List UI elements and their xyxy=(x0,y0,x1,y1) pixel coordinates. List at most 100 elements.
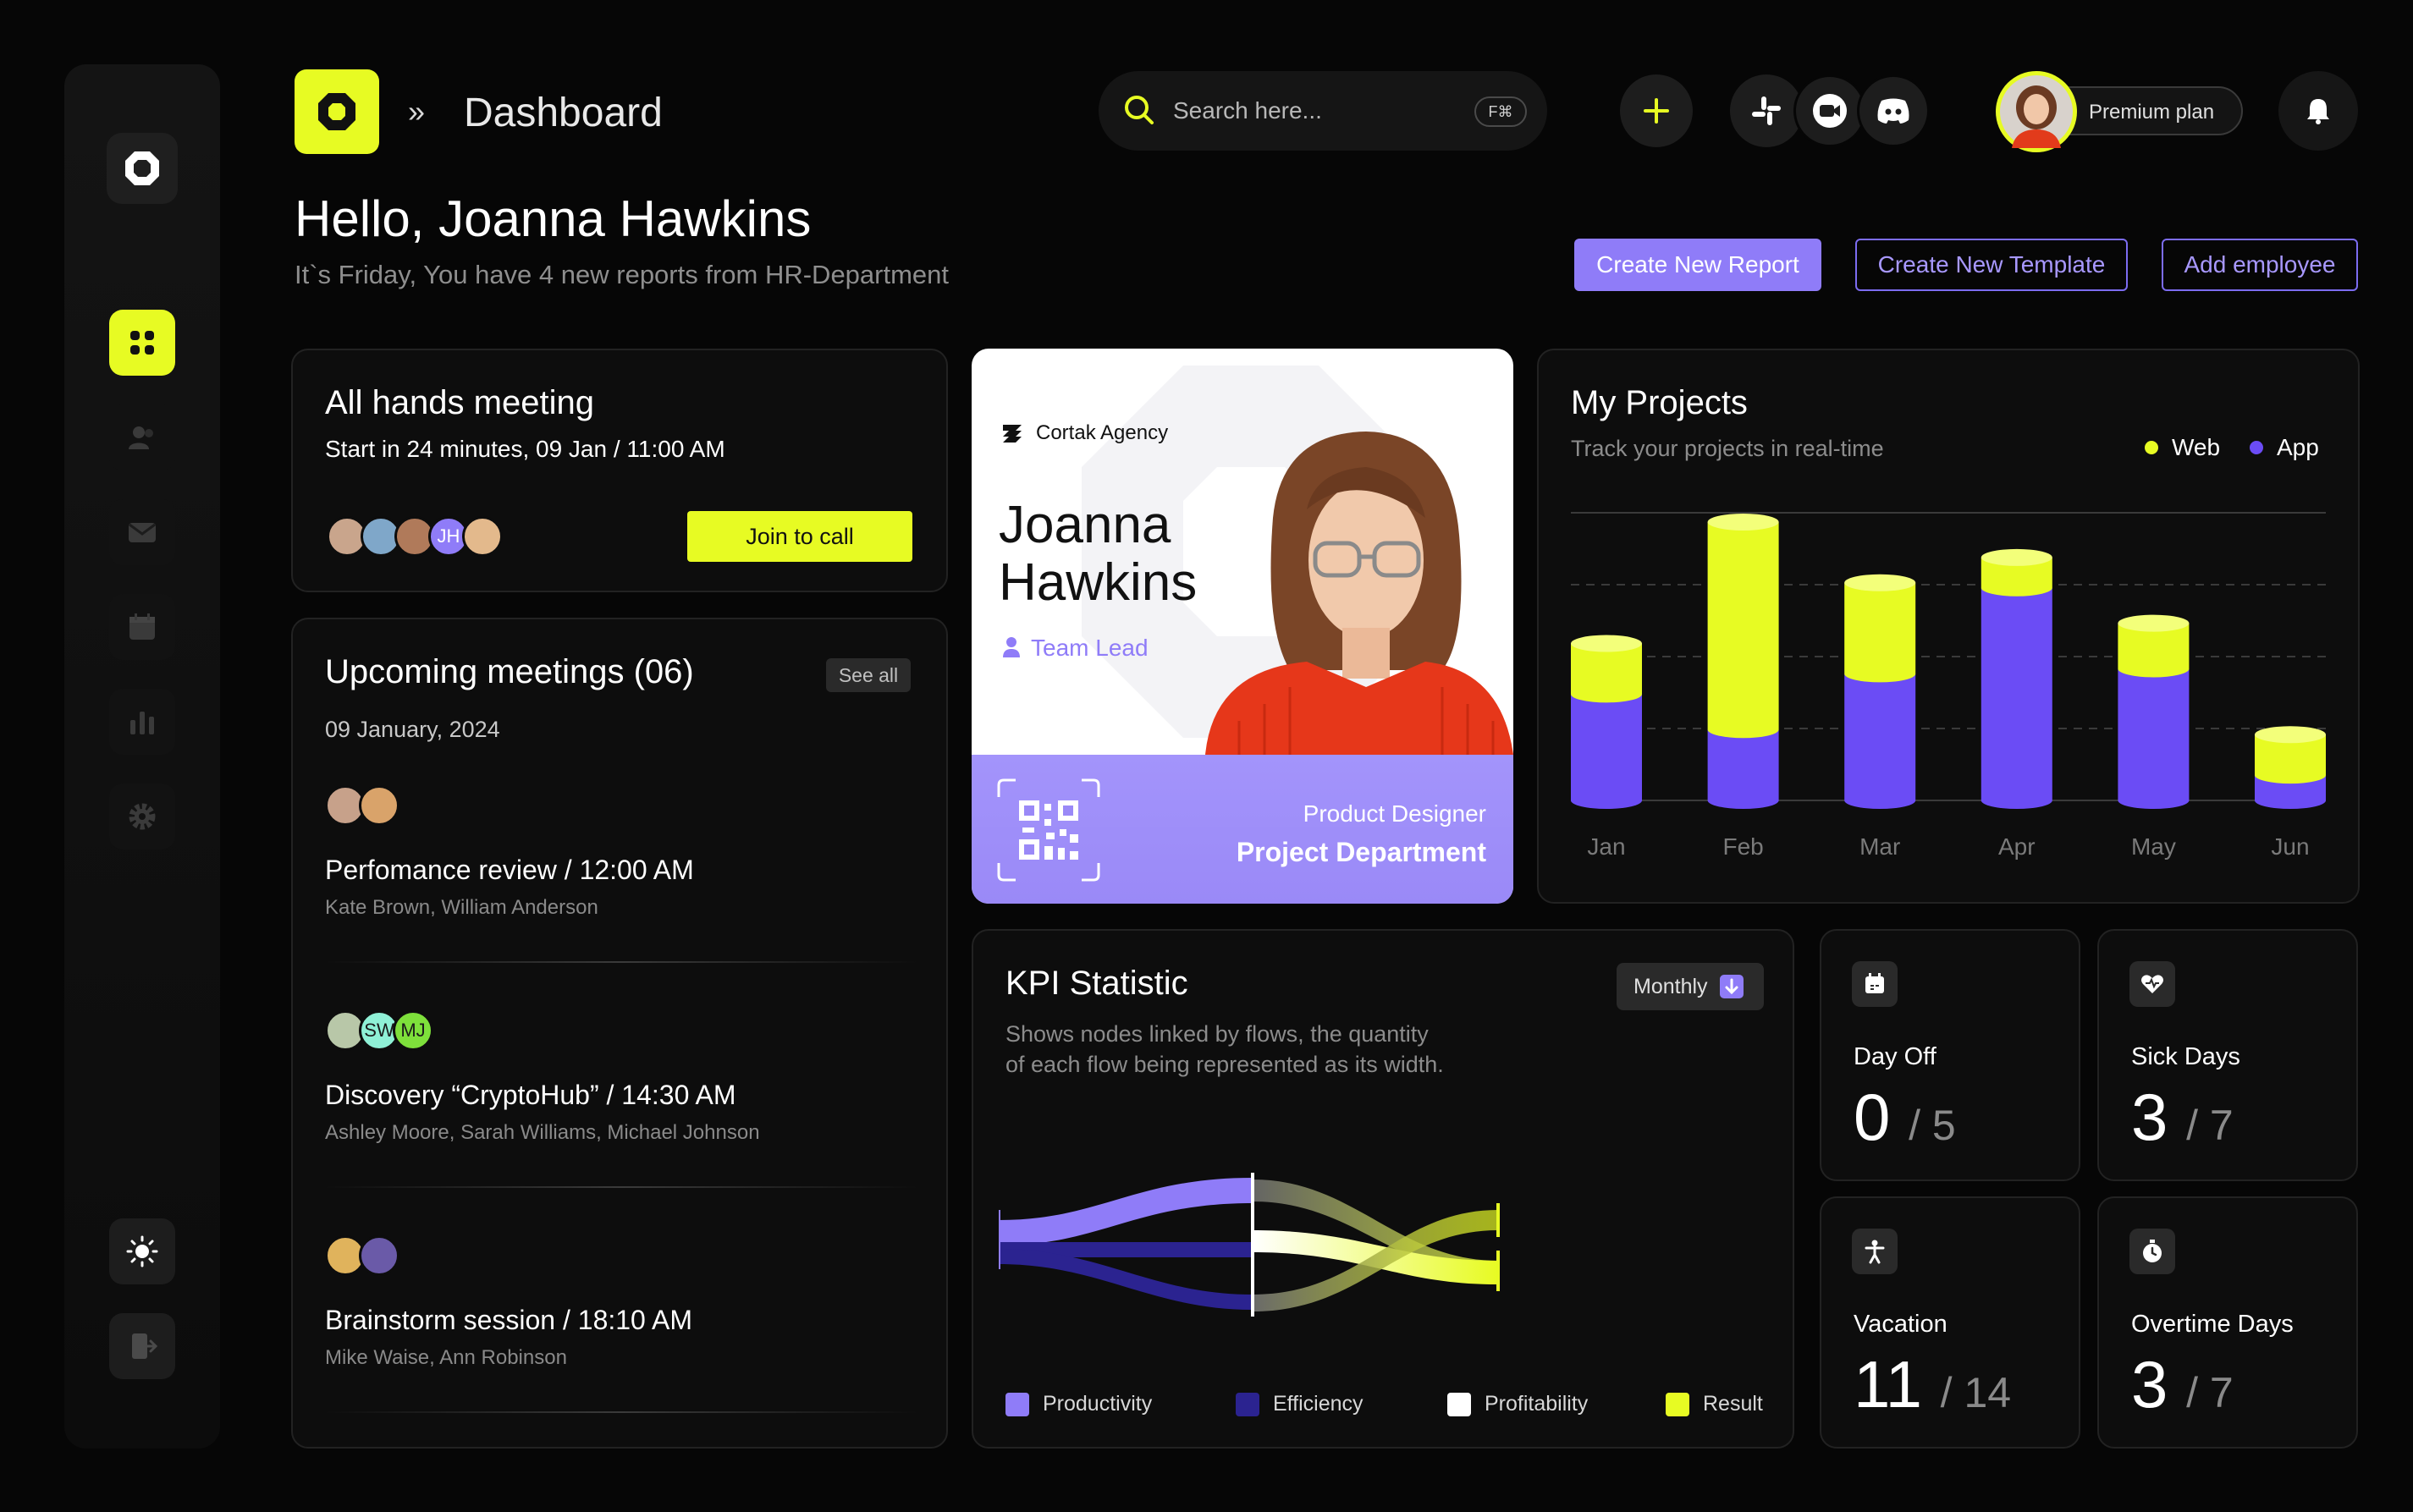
projects-chart: Jan Feb Mar Apr May Jun xyxy=(1571,512,2326,860)
employee-last-name: Hawkins xyxy=(999,553,1198,612)
employee-first-name: Joanna xyxy=(999,496,1171,554)
bar-web-jan xyxy=(1571,643,1642,703)
meeting-item[interactable]: SW MJ Discovery “CryptoHub” / 14:30 AM A… xyxy=(325,1010,917,1196)
app-logo[interactable] xyxy=(295,69,379,154)
node-left xyxy=(999,1210,1000,1269)
stat-card-sick-days[interactable]: Sick Days 3 / 7 xyxy=(2097,929,2358,1181)
stat-label: Vacation xyxy=(1854,1311,1947,1338)
arrow-down-icon xyxy=(1720,975,1744,998)
user-icon xyxy=(1003,637,1020,657)
upcoming-meetings-card: Upcoming meetings (06) See all 09 Januar… xyxy=(291,618,948,1449)
meeting-title: Discovery “CryptoHub” / 14:30 AM xyxy=(325,1080,736,1110)
kpi-description-2: of each flow being represented as its wi… xyxy=(1005,1052,1444,1077)
meeting-item[interactable]: Perfomance review / 12:00 AM Kate Brown,… xyxy=(325,785,917,971)
bar-cap-apr xyxy=(1981,548,2052,566)
user-avatar[interactable] xyxy=(1996,71,2077,152)
legend-web-swatch xyxy=(2145,441,2158,454)
stat-card-vacation[interactable]: Vacation 11 / 14 xyxy=(1820,1196,2080,1449)
stat-value-group: 3 / 7 xyxy=(2131,1349,2234,1428)
x-tick-label: Feb xyxy=(1722,833,1763,860)
stat-label: Day Off xyxy=(1854,1043,1936,1070)
flow-productivity xyxy=(999,1178,1253,1245)
slack-icon xyxy=(1752,96,1781,125)
x-tick-label: Mar xyxy=(1859,833,1900,860)
slack-button[interactable] xyxy=(1730,74,1803,147)
employee-role: Team Lead xyxy=(1031,635,1149,661)
create-template-button[interactable]: Create New Template xyxy=(1855,239,2128,291)
user-portrait xyxy=(2000,75,2073,148)
sidebar-item-calendar[interactable] xyxy=(109,594,175,660)
search-bar[interactable]: Search here... F⌘ xyxy=(1099,71,1547,151)
logo-icon xyxy=(318,93,355,130)
join-call-button[interactable]: Join to call xyxy=(687,511,912,562)
mail-icon xyxy=(129,523,156,542)
bar-web-feb xyxy=(1707,521,1779,739)
meeting-title: Brainstorm session / 18:10 AM xyxy=(325,1305,692,1335)
notifications-button[interactable] xyxy=(2278,71,2358,151)
legend-web-label: Web xyxy=(2172,434,2221,460)
plus-icon xyxy=(1644,98,1669,124)
see-all-button[interactable]: See all xyxy=(826,658,911,692)
legend-app-swatch xyxy=(2250,441,2263,454)
stat-value: 3 xyxy=(2131,1347,2168,1421)
meeting-people: Ashley Moore, Sarah Williams, Michael Jo… xyxy=(325,1121,760,1144)
bell-icon xyxy=(2307,99,2329,124)
bar-app-apr xyxy=(1981,587,2052,809)
employee-id-card[interactable]: Cortak Agency Joanna Hawkins Team Lead P… xyxy=(972,349,1513,904)
employee-photo xyxy=(1205,432,1513,755)
qr-code-icon[interactable] xyxy=(997,778,1100,882)
legend-productivity-label: Productivity xyxy=(1043,1392,1153,1416)
company-logo-icon xyxy=(1003,425,1022,443)
person-icon xyxy=(1852,1229,1898,1274)
zoom-button[interactable] xyxy=(1793,74,1866,147)
upcoming-date: 09 January, 2024 xyxy=(325,717,500,742)
card-footer: Product Designer Project Department xyxy=(972,755,1513,904)
stat-card-overtime[interactable]: Overtime Days 3 / 7 xyxy=(2097,1196,2358,1449)
theme-toggle[interactable] xyxy=(109,1218,175,1284)
sidebar-item-settings[interactable] xyxy=(109,783,175,849)
x-tick-label: Jan xyxy=(1587,833,1625,860)
projects-subtitle: Track your projects in real-time xyxy=(1571,436,1884,461)
node-middle xyxy=(1251,1173,1254,1317)
create-report-button[interactable]: Create New Report xyxy=(1574,239,1821,291)
meeting-title: Perfomance review / 12:00 AM xyxy=(325,855,694,885)
calendar-icon xyxy=(129,613,155,640)
kpi-card: KPI Statistic Shows nodes linked by flow… xyxy=(972,929,1794,1449)
search-input[interactable]: Search here... xyxy=(1173,96,1322,125)
add-button[interactable] xyxy=(1620,74,1693,147)
meeting-people: Kate Brown, William Anderson xyxy=(325,896,598,919)
divider xyxy=(325,1411,917,1413)
stat-value-group: 3 / 7 xyxy=(2131,1081,2234,1161)
x-tick-label: Apr xyxy=(1998,833,2036,860)
period-dropdown[interactable]: Monthly xyxy=(1617,963,1764,1010)
all-hands-title: All hands meeting xyxy=(325,384,594,421)
stat-value: 3 xyxy=(2131,1080,2168,1154)
legend-app-label: App xyxy=(2277,434,2319,460)
stopwatch-icon xyxy=(2129,1229,2175,1274)
stat-total: / 7 xyxy=(2186,1102,2234,1149)
legend-efficiency-label: Efficiency xyxy=(1273,1392,1364,1416)
profile-menu[interactable]: Premium plan xyxy=(1996,69,2243,152)
avatar xyxy=(359,785,399,826)
sidebar-item-analytics[interactable] xyxy=(109,689,175,755)
bar-app-may xyxy=(2118,668,2190,809)
add-employee-button[interactable]: Add employee xyxy=(2162,239,2358,291)
users-icon xyxy=(129,426,153,449)
discord-button[interactable] xyxy=(1857,74,1930,147)
sidebar-item-dashboard[interactable] xyxy=(109,310,175,376)
logout-button[interactable] xyxy=(109,1313,175,1379)
stat-label: Overtime Days xyxy=(2131,1311,2294,1338)
node-right-top xyxy=(1496,1203,1500,1237)
sidebar-item-mail[interactable] xyxy=(109,499,175,565)
meeting-item[interactable]: Brainstorm session / 18:10 AM Mike Waise… xyxy=(325,1235,917,1421)
sidebar-logo[interactable] xyxy=(107,133,178,204)
bar-cap-jun xyxy=(2255,726,2326,744)
bar-app-mar xyxy=(1844,674,1916,809)
kpi-description-1: Shows nodes linked by flows, the quantit… xyxy=(1005,1021,1429,1047)
stat-total: / 7 xyxy=(2186,1369,2234,1416)
grid-icon xyxy=(130,331,154,355)
bar-web-mar xyxy=(1844,582,1916,683)
stat-card-day-off[interactable]: Day Off 0 / 5 xyxy=(1820,929,2080,1181)
sidebar-item-users[interactable] xyxy=(109,404,175,470)
discord-icon xyxy=(1877,98,1909,124)
